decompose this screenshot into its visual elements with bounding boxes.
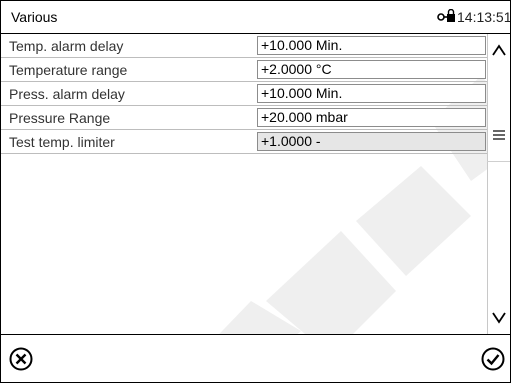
- param-value-field-disabled: +1.0000 -: [257, 132, 486, 151]
- param-value-field[interactable]: +10.000 Min.: [257, 84, 486, 103]
- param-label: Pressure Range: [9, 110, 111, 126]
- param-row-pressure-range: Pressure Range +20.000 mbar: [1, 106, 487, 130]
- lock-key-icon: [437, 9, 455, 22]
- title-bar: Various 14:13:51: [1, 1, 510, 34]
- chevron-down-icon[interactable]: [491, 309, 507, 325]
- scrollbar-thumb[interactable]: [487, 161, 510, 307]
- param-label: Press. alarm delay: [9, 86, 125, 102]
- param-row-temperature-range: Temperature range +2.0000 °C: [1, 58, 487, 82]
- param-value-field[interactable]: +10.000 Min.: [257, 36, 486, 55]
- chevron-up-icon[interactable]: [491, 43, 507, 59]
- param-label: Temperature range: [9, 62, 128, 78]
- clock: 14:13:51: [457, 9, 511, 25]
- window-title: Various: [11, 9, 58, 25]
- param-value-field[interactable]: +2.0000 °C: [257, 60, 486, 79]
- param-row-temp-alarm-delay: Temp. alarm delay +10.000 Min.: [1, 34, 487, 58]
- param-value-field[interactable]: +20.000 mbar: [257, 108, 486, 127]
- param-label: Temp. alarm delay: [9, 38, 124, 54]
- cancel-button[interactable]: [9, 347, 33, 371]
- confirm-button[interactable]: [481, 347, 505, 371]
- param-row-test-temp-limiter: Test temp. limiter +1.0000 -: [1, 130, 487, 154]
- bottom-bar: [1, 334, 510, 382]
- grip-lines-icon[interactable]: [491, 129, 507, 141]
- param-label: Test temp. limiter: [9, 134, 115, 150]
- param-row-press-alarm-delay: Press. alarm delay +10.000 Min.: [1, 82, 487, 106]
- dialog-window: Various 14:13:51 Temp. alarm delay +10.0…: [0, 0, 511, 383]
